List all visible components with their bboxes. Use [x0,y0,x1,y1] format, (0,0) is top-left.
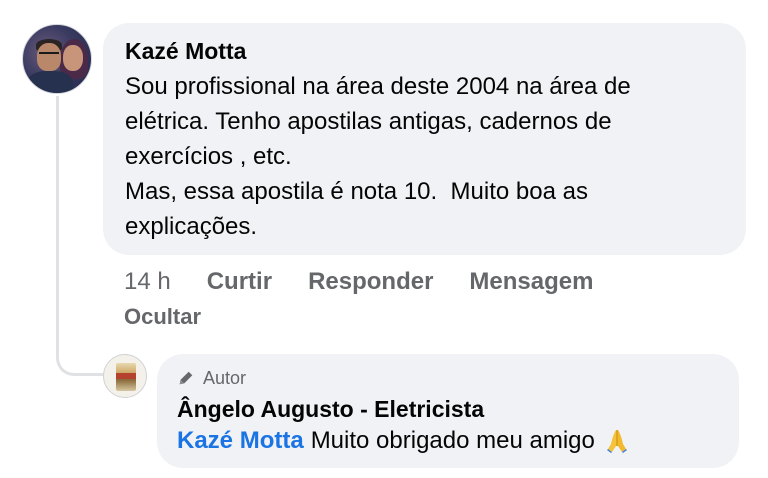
like-button[interactable]: Curtir [207,268,272,296]
comment-bubble: Kazé Motta Sou profissional na área dest… [103,23,746,255]
reply-button[interactable]: Responder [308,268,433,296]
pencil-icon [179,371,193,385]
reply-author-avatar[interactable] [103,354,147,398]
comment-timestamp[interactable]: 14 h [124,268,171,296]
reply-text: Muito obrigado meu amigo [310,427,595,454]
hide-button[interactable]: Ocultar [124,304,201,330]
commenter-avatar[interactable] [22,24,92,94]
folded-hands-icon [606,430,627,453]
comment-author-name[interactable]: Kazé Motta [125,37,724,67]
author-badge-label: Autor [203,367,247,388]
comment-thread: Kazé Motta Sou profissional na área dest… [0,0,768,478]
author-badge: Autor [177,366,719,390]
thread-connector-line [56,96,106,376]
message-button[interactable]: Mensagem [469,268,593,296]
mention-link[interactable]: Kazé Motta [177,424,304,458]
comment-actions: 14 h Curtir Responder Mensagem [124,266,629,298]
reply-text-row: Kazé Motta Muito obrigado meu amigo [177,424,719,458]
comment-text: Sou profissional na área deste 2004 na á… [125,73,631,240]
reply-author-name[interactable]: Ângelo Augusto - Eletricista [177,394,719,424]
reply-bubble: Autor Ângelo Augusto - Eletricista Kazé … [157,354,739,468]
